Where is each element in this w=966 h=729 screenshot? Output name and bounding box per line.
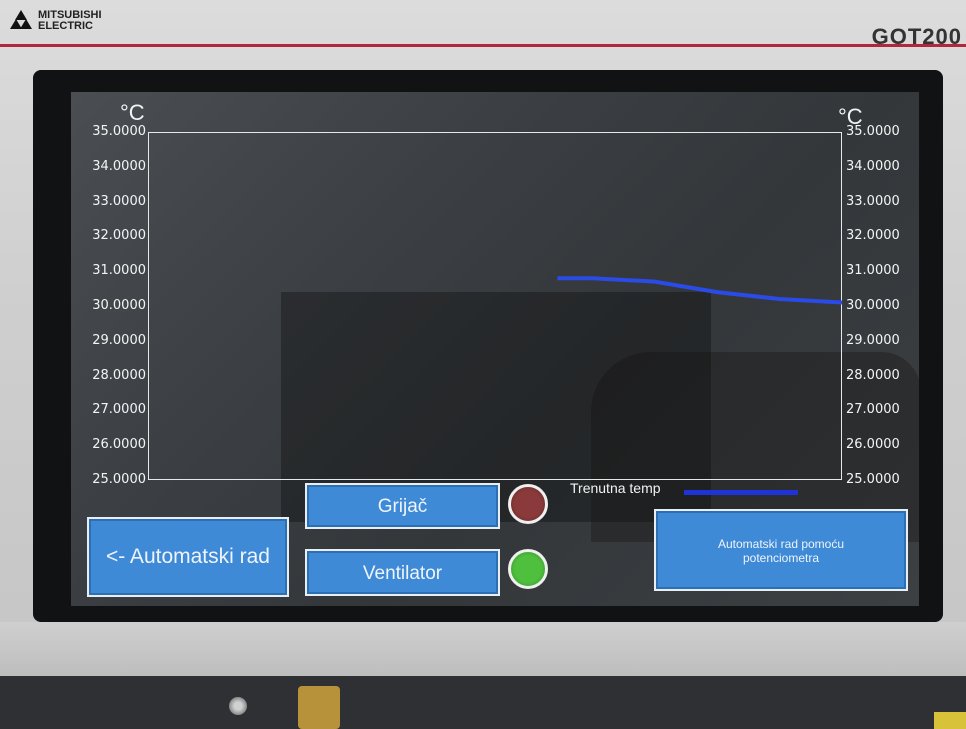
brand-logo: MITSUBISHI ELECTRIC bbox=[10, 10, 102, 32]
heater-label: Grijač bbox=[377, 496, 428, 517]
right-tick-label: 31.0000 bbox=[846, 263, 900, 279]
left-tick-label: 34.0000 bbox=[92, 158, 146, 174]
cable-connector bbox=[298, 686, 340, 729]
left-tick-label: 35.0000 bbox=[92, 124, 146, 139]
left-tick-label: 27.0000 bbox=[92, 402, 146, 418]
brand-name: MITSUBISHI ELECTRIC bbox=[38, 10, 102, 32]
automatic-mode-back-button[interactable]: <- Automatski rad bbox=[87, 517, 289, 597]
left-tick-label: 30.0000 bbox=[92, 298, 146, 313]
legend-label: Trenutna temp bbox=[570, 480, 661, 496]
potentiometer-label-2: potenciometra bbox=[742, 551, 820, 565]
left-tick-label: 29.0000 bbox=[92, 332, 146, 348]
right-tick-label: 25.0000 bbox=[846, 472, 900, 487]
left-tick-label: 32.0000 bbox=[92, 228, 146, 244]
brand-line-2: ELECTRIC bbox=[38, 20, 93, 32]
trend-graph bbox=[557, 276, 842, 305]
mitsubishi-logo-icon bbox=[10, 10, 32, 32]
legend-swatch bbox=[684, 490, 798, 495]
left-tick-label: 25.0000 bbox=[92, 472, 146, 487]
left-tick-label: 31.0000 bbox=[92, 263, 146, 279]
screw-icon bbox=[229, 697, 247, 715]
heater-button[interactable]: Grijač bbox=[305, 483, 500, 529]
heater-status-lamp bbox=[508, 484, 548, 524]
fan-status-lamp bbox=[508, 549, 548, 589]
right-tick-label: 28.0000 bbox=[846, 367, 900, 383]
right-tick-label: 30.0000 bbox=[846, 298, 900, 313]
automatic-mode-back-label: <- Automatski rad bbox=[106, 545, 270, 568]
left-tick-label: 33.0000 bbox=[92, 193, 146, 209]
potentiometer-label-1: Automatski rad pomoću bbox=[717, 537, 845, 551]
device-underside bbox=[0, 676, 966, 729]
right-tick-label: 33.0000 bbox=[846, 193, 900, 209]
right-tick-label: 35.0000 bbox=[846, 124, 900, 139]
fan-label: Ventilator bbox=[362, 563, 443, 584]
right-tick-label: 29.0000 bbox=[846, 332, 900, 348]
trend-series-line bbox=[557, 276, 842, 305]
right-tick-label: 26.0000 bbox=[846, 437, 900, 453]
potentiometer-mode-button[interactable]: Automatski rad pomoću potenciometra bbox=[654, 509, 908, 591]
left-tick-label: 26.0000 bbox=[92, 437, 146, 453]
model-label: GOT200 bbox=[871, 24, 962, 49]
device-label-tag bbox=[934, 712, 966, 729]
right-tick-label: 32.0000 bbox=[846, 228, 900, 244]
left-tick-label: 28.0000 bbox=[92, 367, 146, 383]
bezel-bottom bbox=[0, 622, 966, 678]
fan-button[interactable]: Ventilator bbox=[305, 549, 500, 596]
right-tick-label: 27.0000 bbox=[846, 402, 900, 418]
bezel-accent-line bbox=[0, 44, 966, 47]
right-tick-label: 34.0000 bbox=[846, 158, 900, 174]
left-axis-unit: °C bbox=[120, 100, 145, 125]
